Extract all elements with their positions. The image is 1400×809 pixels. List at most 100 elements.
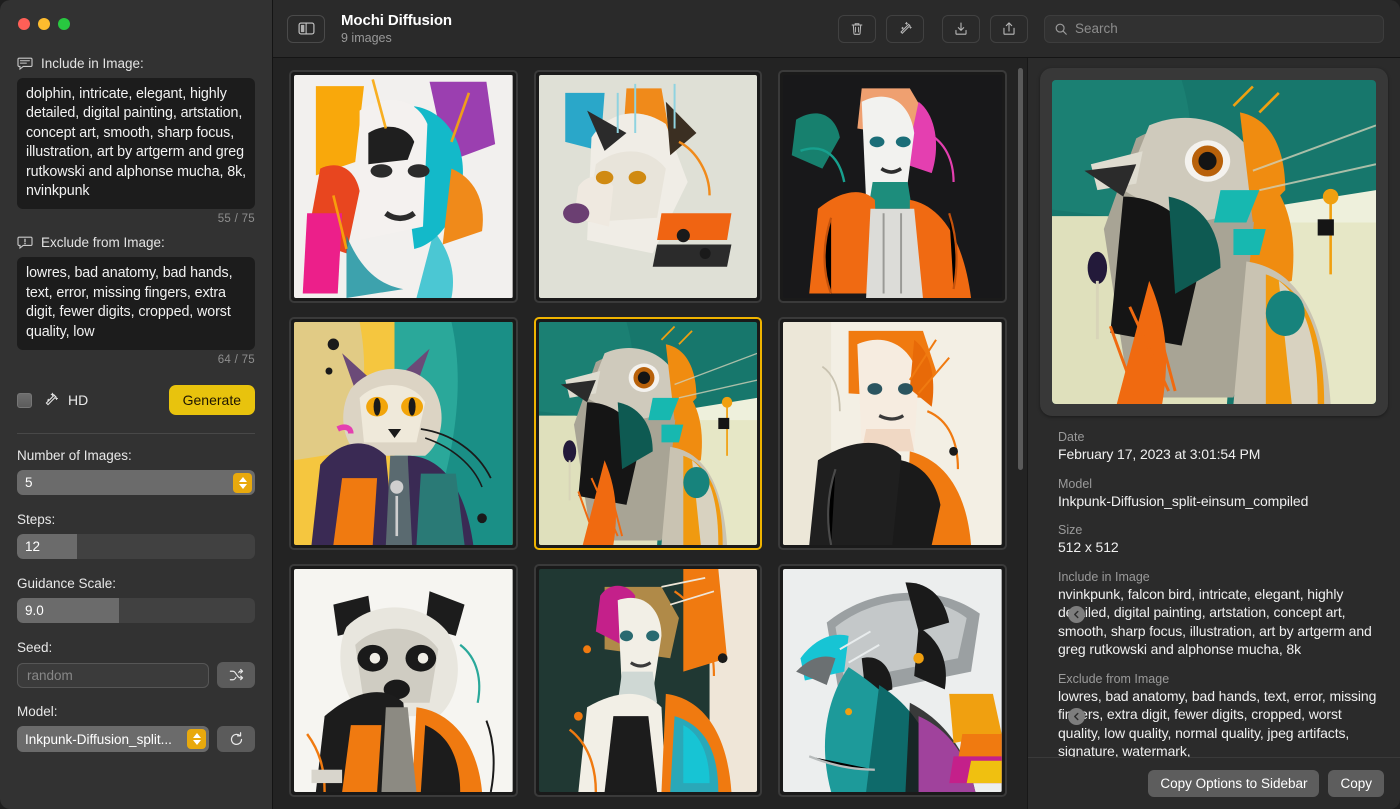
copy-options-to-sidebar-button[interactable]: Copy Options to Sidebar <box>1148 770 1319 797</box>
generate-button[interactable]: Generate <box>169 385 255 415</box>
guidance-scale-value: 9.0 <box>25 598 44 623</box>
seed-input[interactable]: random <box>17 663 209 688</box>
inspector-footer: Copy Options to Sidebar Copy <box>1028 757 1400 809</box>
trash-icon[interactable] <box>838 15 876 43</box>
copy-to-sidebar-arrow-icon[interactable] <box>1068 708 1085 725</box>
app-window: Include in Image: dolphin, intricate, el… <box>0 0 1400 809</box>
seed-label: Seed: <box>17 640 255 655</box>
model-select-value: Inkpunk-Diffusion_split... <box>25 732 183 747</box>
refresh-icon[interactable] <box>217 726 255 752</box>
gallery-item[interactable] <box>534 70 763 303</box>
search-input[interactable]: Search <box>1044 15 1384 43</box>
metadata-field: DateFebruary 17, 2023 at 3:01:54 PM <box>1058 430 1384 464</box>
metadata-key: Include in Image <box>1058 570 1384 584</box>
metadata-key: Size <box>1058 523 1384 537</box>
metadata-list: DateFebruary 17, 2023 at 3:01:54 PM Model… <box>1028 416 1400 757</box>
metadata-value: Inkpunk-Diffusion_split-einsum_compiled <box>1058 492 1384 511</box>
include-in-image-input[interactable]: dolphin, intricate, elegant, highly deta… <box>17 78 255 209</box>
main-area: Mochi Diffusion 9 images <box>273 0 1400 809</box>
download-icon[interactable] <box>942 15 980 43</box>
metadata-field: Size512 x 512 <box>1058 523 1384 557</box>
close-window-button[interactable] <box>18 18 30 30</box>
seed-row: random <box>17 662 255 688</box>
sidebar-divider <box>17 433 255 434</box>
metadata-value: lowres, bad anatomy, bad hands, text, er… <box>1058 687 1384 758</box>
gallery-item[interactable] <box>289 564 518 797</box>
gallery-item[interactable] <box>289 70 518 303</box>
hd-checkbox[interactable] <box>17 393 32 408</box>
message-bubble-exclaim-icon <box>17 234 33 250</box>
steps-value: 12 <box>25 534 40 559</box>
model-row: Inkpunk-Diffusion_split... <box>17 726 255 752</box>
include-in-image-label: Include in Image: <box>41 56 144 71</box>
steps-slider[interactable]: 12 <box>17 534 255 559</box>
page-title: Mochi Diffusion <box>341 12 452 29</box>
exclude-char-count: 64 / 75 <box>17 354 255 366</box>
gallery-item-selected[interactable] <box>534 317 763 550</box>
hd-generate-row: HD Generate <box>17 385 255 415</box>
metadata-field: ModelInkpunk-Diffusion_split-einsum_comp… <box>1058 477 1384 511</box>
preview-image[interactable] <box>1052 80 1376 404</box>
gallery-item[interactable] <box>778 70 1007 303</box>
sidebar-body: Include in Image: dolphin, intricate, el… <box>0 0 272 752</box>
minimize-window-button[interactable] <box>38 18 50 30</box>
gallery-scrollbar[interactable] <box>1018 68 1023 799</box>
copy-button[interactable]: Copy <box>1328 770 1384 797</box>
gallery-item[interactable] <box>289 317 518 550</box>
number-of-images-stepper[interactable]: 5 <box>17 470 255 495</box>
metadata-field: Exclude from Imagelowres, bad anatomy, b… <box>1058 672 1384 758</box>
hd-label: HD <box>68 392 88 408</box>
message-bubble-icon <box>17 55 33 71</box>
metadata-value: nvinkpunk, falcon bird, intricate, elega… <box>1058 585 1384 659</box>
content-area: DateFebruary 17, 2023 at 3:01:54 PM Model… <box>273 58 1400 809</box>
title-block: Mochi Diffusion 9 images <box>341 12 452 45</box>
zoom-window-button[interactable] <box>58 18 70 30</box>
chevron-updown-icon[interactable] <box>187 729 206 749</box>
search-placeholder: Search <box>1075 21 1118 36</box>
shuffle-icon[interactable] <box>217 662 255 688</box>
gallery-item[interactable] <box>778 317 1007 550</box>
metadata-key: Date <box>1058 430 1384 444</box>
sidebar-toggle-icon[interactable] <box>287 15 325 43</box>
metadata-value: 512 x 512 <box>1058 538 1384 557</box>
thumbnail-image <box>539 322 758 545</box>
thumbnail-image <box>294 75 513 298</box>
gallery-scrollbar-thumb[interactable] <box>1018 68 1023 470</box>
gallery-item[interactable] <box>778 564 1007 797</box>
guidance-scale-slider[interactable]: 9.0 <box>17 598 255 623</box>
image-gallery-grid <box>273 58 1027 809</box>
metadata-field: Include in Imagenvinkpunk, falcon bird, … <box>1058 570 1384 659</box>
copy-to-sidebar-arrow-icon[interactable] <box>1068 606 1085 623</box>
magic-wand-icon[interactable] <box>886 15 924 43</box>
include-char-count: 55 / 75 <box>17 213 255 225</box>
exclude-from-image-label: Exclude from Image: <box>41 235 165 250</box>
metadata-key: Exclude from Image <box>1058 672 1384 686</box>
toolbar: Mochi Diffusion 9 images <box>273 0 1400 58</box>
image-count-label: 9 images <box>341 31 452 45</box>
thumbnail-image <box>783 322 1002 545</box>
exclude-from-image-label-row: Exclude from Image: <box>17 234 255 250</box>
include-in-image-label-row: Include in Image: <box>17 55 255 71</box>
traffic-lights <box>18 18 70 30</box>
number-of-images-stepper-arrows[interactable] <box>233 473 252 493</box>
number-of-images-label: Number of Images: <box>17 448 255 463</box>
thumbnail-image <box>539 569 758 792</box>
search-icon <box>1054 22 1068 36</box>
guidance-scale-label: Guidance Scale: <box>17 576 255 591</box>
thumbnail-image <box>783 75 1002 298</box>
number-of-images-value: 5 <box>25 475 33 490</box>
model-label: Model: <box>17 704 255 719</box>
thumbnail-image <box>783 569 1002 792</box>
gallery-item[interactable] <box>534 564 763 797</box>
share-icon[interactable] <box>990 15 1028 43</box>
thumbnail-image <box>294 322 513 545</box>
exclude-from-image-input[interactable]: lowres, bad anatomy, bad hands, text, er… <box>17 257 255 350</box>
model-select[interactable]: Inkpunk-Diffusion_split... <box>17 726 209 752</box>
magic-wand-icon <box>41 390 61 410</box>
metadata-value: February 17, 2023 at 3:01:54 PM <box>1058 445 1384 464</box>
preview-card <box>1040 68 1388 416</box>
sidebar: Include in Image: dolphin, intricate, el… <box>0 0 273 809</box>
toolbar-actions: Search <box>838 15 1384 43</box>
thumbnail-image <box>539 75 758 298</box>
inspector-panel: DateFebruary 17, 2023 at 3:01:54 PM Model… <box>1027 58 1400 809</box>
